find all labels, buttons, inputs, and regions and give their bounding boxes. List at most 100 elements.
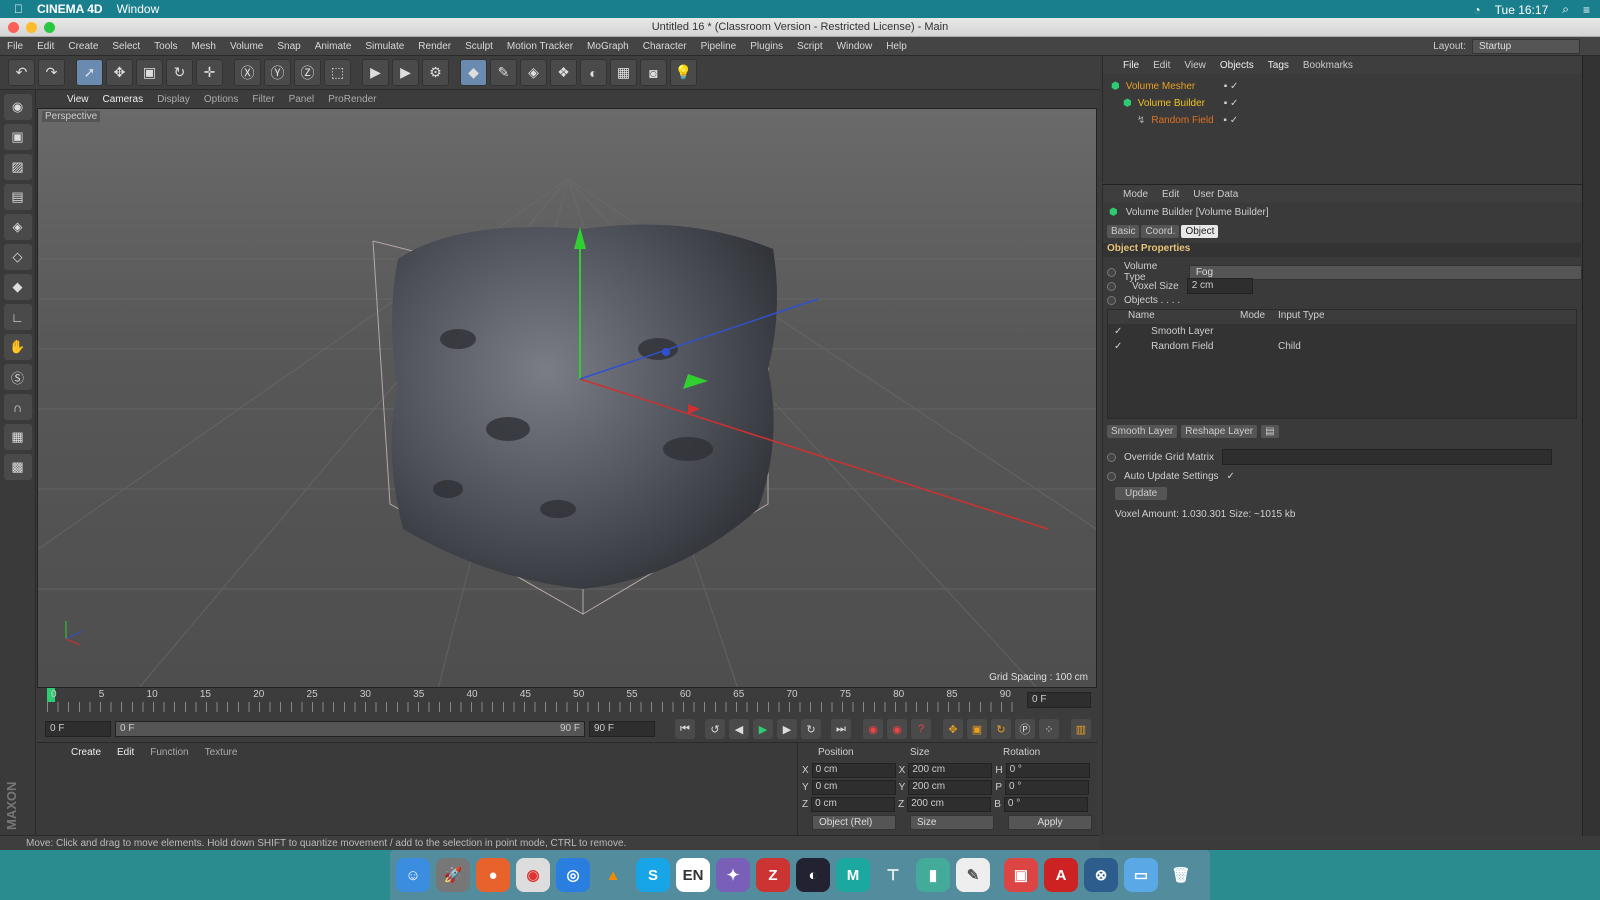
range-slider[interactable]: 0 F 90 F [115, 721, 585, 737]
cinema4d-icon[interactable]: ◐ [796, 858, 830, 892]
timeline-window-icon[interactable]: ▥ [1071, 719, 1091, 739]
menu-create[interactable]: Create [61, 41, 105, 52]
tweak-icon[interactable]: ✋ [3, 334, 32, 360]
position-z-field[interactable]: 0 cm [811, 797, 896, 812]
live-select-icon[interactable]: ➚ [76, 59, 103, 86]
acrobat-icon[interactable]: A [1044, 858, 1078, 892]
animate-radio[interactable] [1107, 472, 1116, 481]
object-row-volume-mesher[interactable]: ⬢ Volume Mesher ▪ ✓ [1103, 78, 1581, 94]
apple-icon[interactable]:  [14, 2, 23, 16]
menu-sculpt[interactable]: Sculpt [458, 41, 500, 52]
attr-edit-menu[interactable]: Edit [1162, 189, 1179, 203]
menu-simulate[interactable]: Simulate [358, 41, 411, 52]
numbers-icon[interactable]: ▮ [916, 858, 950, 892]
rotation-p-field[interactable]: 0 ° [1005, 780, 1090, 795]
key-parameter-icon[interactable]: Ⓟ [1015, 719, 1035, 739]
om-tags-menu[interactable]: Tags [1268, 60, 1289, 74]
skype-icon[interactable]: S [636, 858, 670, 892]
menu-mesh[interactable]: Mesh [185, 41, 223, 52]
next-frame-icon[interactable]: ▶ [777, 719, 797, 739]
coord-system-icon[interactable]: ⬚ [324, 59, 351, 86]
om-view-menu[interactable]: View [1184, 60, 1206, 74]
list-item[interactable]: ✓ Random Field Child [1114, 341, 1574, 352]
menu-character[interactable]: Character [636, 41, 694, 52]
folder-icon[interactable]: ▭ [1124, 858, 1158, 892]
magnet-icon[interactable]: ∩ [3, 394, 32, 420]
size-mode-dropdown[interactable]: Size [910, 815, 994, 830]
menu-help[interactable]: Help [879, 41, 914, 52]
go-to-end-icon[interactable]: ⏭ [831, 719, 851, 739]
menu-tools[interactable]: Tools [147, 41, 184, 52]
material-edit-menu[interactable]: Edit [117, 747, 134, 758]
side-tabs[interactable] [1582, 56, 1600, 836]
points-mode-icon[interactable]: ◈ [3, 214, 32, 240]
attr-mode-menu[interactable]: Mode [1123, 189, 1148, 203]
prev-frame-icon[interactable]: ◀ [729, 719, 749, 739]
camera-icon[interactable]: ◙ [640, 59, 667, 86]
pen-icon[interactable]: ✎ [490, 59, 517, 86]
z-axis-icon[interactable]: Ⓩ [294, 59, 321, 86]
om-objects-menu[interactable]: Objects [1220, 60, 1254, 74]
key-scale-icon[interactable]: ▣ [967, 719, 987, 739]
app-icon[interactable]: ✦ [716, 858, 750, 892]
subdivision-icon[interactable]: ◈ [520, 59, 547, 86]
material-function-menu[interactable]: Function [150, 747, 188, 758]
menu-window[interactable]: Window [830, 41, 880, 52]
render-view-icon[interactable]: ▶ [362, 59, 389, 86]
material-texture-menu[interactable]: Texture [205, 747, 238, 758]
start-frame-field[interactable]: 0 F [45, 721, 111, 737]
prev-key-icon[interactable]: ↺ [705, 719, 725, 739]
visibility-check-icon[interactable]: ▪ ✓ [1223, 115, 1238, 126]
redo-icon[interactable]: ↷ [38, 59, 65, 86]
list-item[interactable]: ✓ Smooth Layer [1114, 326, 1213, 337]
zoom-button[interactable] [44, 22, 55, 33]
size-x-field[interactable]: 200 cm [908, 763, 993, 778]
firefox-icon[interactable]: ● [476, 858, 510, 892]
keynote-icon[interactable]: ⊤ [876, 858, 910, 892]
minimize-button[interactable] [26, 22, 37, 33]
max-frame-field[interactable]: 90 F [589, 721, 655, 737]
current-frame-field[interactable]: 0 F [1027, 692, 1091, 708]
layer-menu-icon[interactable]: ▤ [1261, 425, 1279, 438]
deformer-icon[interactable]: ◐ [580, 59, 607, 86]
viewport-cameras-menu[interactable]: Cameras [103, 94, 144, 105]
keyframe-selection-icon[interactable]: ? [911, 719, 931, 739]
snap-icon[interactable]: Ⓢ [3, 364, 32, 390]
rotation-h-field[interactable]: 0 ° [1005, 763, 1090, 778]
animate-radio[interactable] [1107, 452, 1116, 462]
menu-animate[interactable]: Animate [308, 41, 359, 52]
close-button[interactable] [8, 22, 19, 33]
texture-mode-icon[interactable]: ▨ [3, 154, 32, 180]
tab-basic[interactable]: Basic [1107, 225, 1140, 238]
x-axis-icon[interactable]: Ⓧ [234, 59, 261, 86]
om-bookmarks-menu[interactable]: Bookmarks [1303, 60, 1353, 74]
key-pla-icon[interactable]: ⁘ [1039, 719, 1059, 739]
axis-mode-icon[interactable]: ∟ [3, 304, 32, 330]
menu-render[interactable]: Render [411, 41, 458, 52]
window-menu[interactable]: Window [117, 2, 160, 16]
attr-userdata-menu[interactable]: User Data [1193, 189, 1238, 203]
tab-object[interactable]: Object [1181, 225, 1219, 238]
edges-mode-icon[interactable]: ◇ [3, 244, 32, 270]
smooth-layer-button[interactable]: Smooth Layer [1107, 425, 1178, 438]
wifi-icon[interactable]: ◔ [1473, 3, 1480, 17]
launchpad-icon[interactable]: 🚀 [436, 858, 470, 892]
reshape-layer-button[interactable]: Reshape Layer [1181, 425, 1258, 438]
move-icon[interactable]: ✥ [106, 59, 133, 86]
size-y-field[interactable]: 200 cm [908, 780, 993, 795]
menu-file[interactable]: File [0, 41, 30, 52]
menu-edit[interactable]: Edit [30, 41, 61, 52]
key-rotation-icon[interactable]: ↻ [991, 719, 1011, 739]
filezilla-icon[interactable]: Z [756, 858, 790, 892]
animate-radio[interactable] [1107, 296, 1116, 305]
object-row-volume-builder[interactable]: ⬢ Volume Builder ▪ ✓ [1103, 95, 1581, 111]
maya-icon[interactable]: M [836, 858, 870, 892]
menu-snap[interactable]: Snap [270, 41, 307, 52]
viewport-options-menu[interactable]: Options [204, 94, 238, 105]
render-picture-viewer-icon[interactable]: ▶ [392, 59, 419, 86]
apply-button[interactable]: Apply [1008, 815, 1092, 830]
next-key-icon[interactable]: ↻ [801, 719, 821, 739]
animate-radio[interactable] [1107, 281, 1116, 291]
menu-select[interactable]: Select [105, 41, 147, 52]
rotation-b-field[interactable]: 0 ° [1003, 797, 1088, 812]
